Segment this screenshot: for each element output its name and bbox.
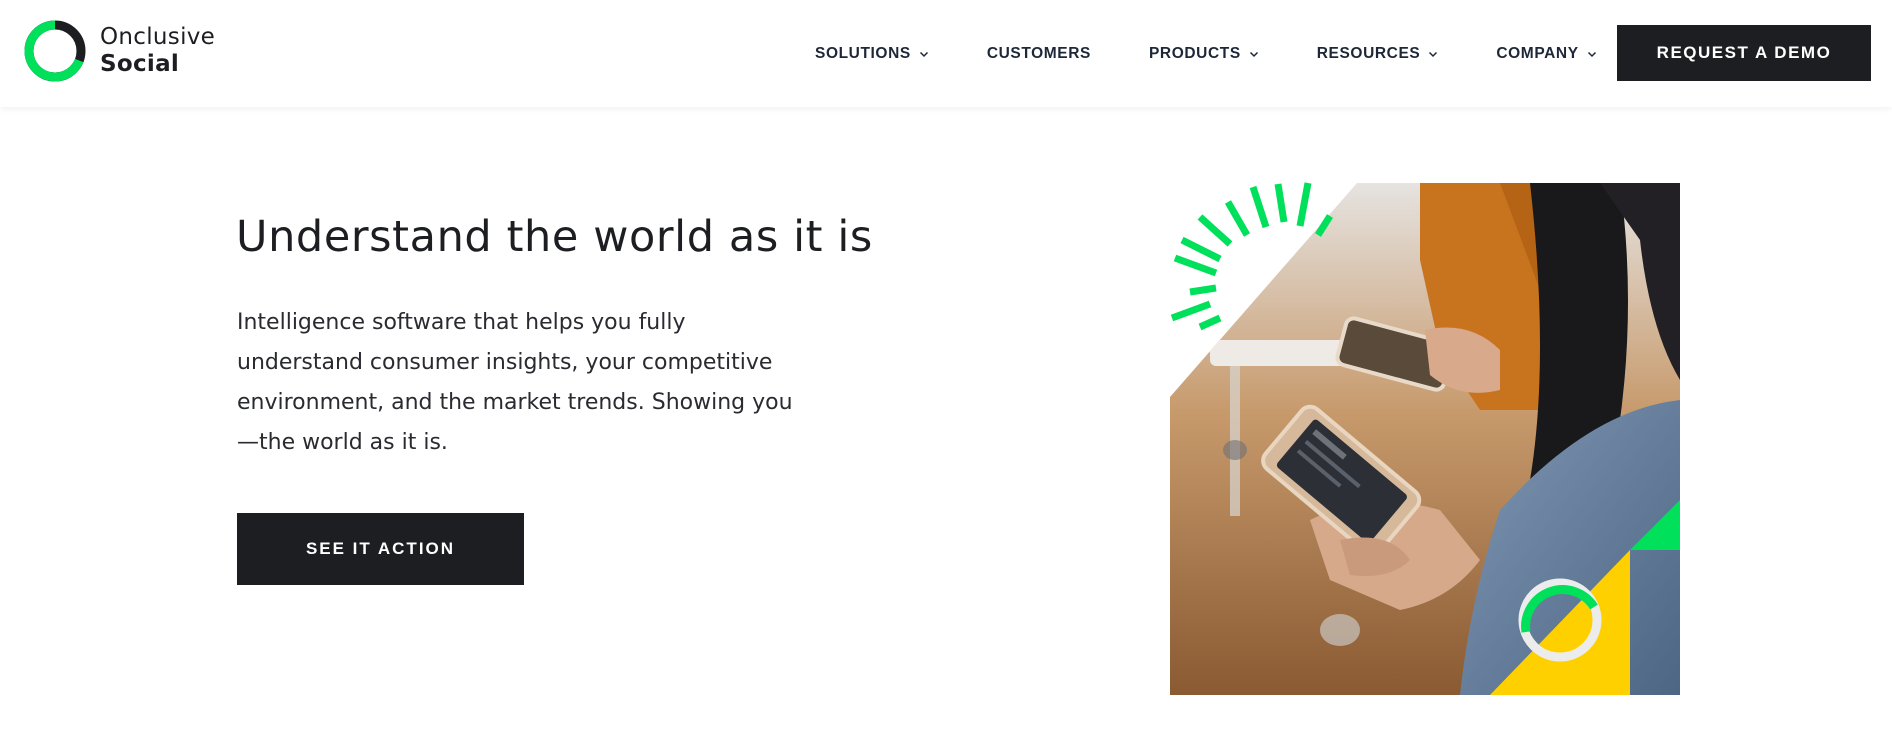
request-demo-button[interactable]: REQUEST A DEMO: [1617, 25, 1871, 81]
hero-title: Understand the world as it is: [236, 212, 873, 262]
brand-logo[interactable]: Onclusive Social: [22, 18, 215, 84]
brand-name-line1: Onclusive: [100, 24, 216, 50]
main-nav: SOLUTIONS CUSTOMERS PRODUCTS RESOURCES C…: [815, 0, 1597, 107]
nav-item-products[interactable]: PRODUCTS: [1149, 45, 1259, 63]
see-it-action-button[interactable]: SEE IT ACTION: [237, 513, 524, 585]
nav-item-company[interactable]: COMPANY: [1496, 45, 1596, 63]
nav-item-label: SOLUTIONS: [815, 44, 911, 62]
chevron-down-icon: [1429, 51, 1438, 57]
hero-image: [1170, 182, 1680, 695]
nav-item-solutions[interactable]: SOLUTIONS: [815, 45, 929, 63]
nav-item-label: RESOURCES: [1316, 44, 1421, 62]
hero-description: Intelligence software that helps you ful…: [237, 310, 793, 455]
nav-item-resources[interactable]: RESOURCES: [1317, 45, 1439, 63]
nav-item-label: CUSTOMERS: [986, 44, 1091, 62]
brand-name-line2: Social: [100, 51, 180, 77]
brand-name: Onclusive Social: [100, 24, 215, 78]
ring-logo-icon: [24, 20, 86, 82]
chevron-down-icon: [919, 51, 928, 57]
nav-item-customers[interactable]: CUSTOMERS: [987, 45, 1091, 63]
nav-item-label: COMPANY: [1496, 44, 1579, 62]
chevron-down-icon: [1249, 51, 1258, 57]
site-header: Onclusive Social SOLUTIONS CUSTOMERS PRO…: [0, 0, 1892, 107]
chevron-down-icon: [1587, 51, 1596, 57]
nav-item-label: PRODUCTS: [1148, 44, 1241, 62]
